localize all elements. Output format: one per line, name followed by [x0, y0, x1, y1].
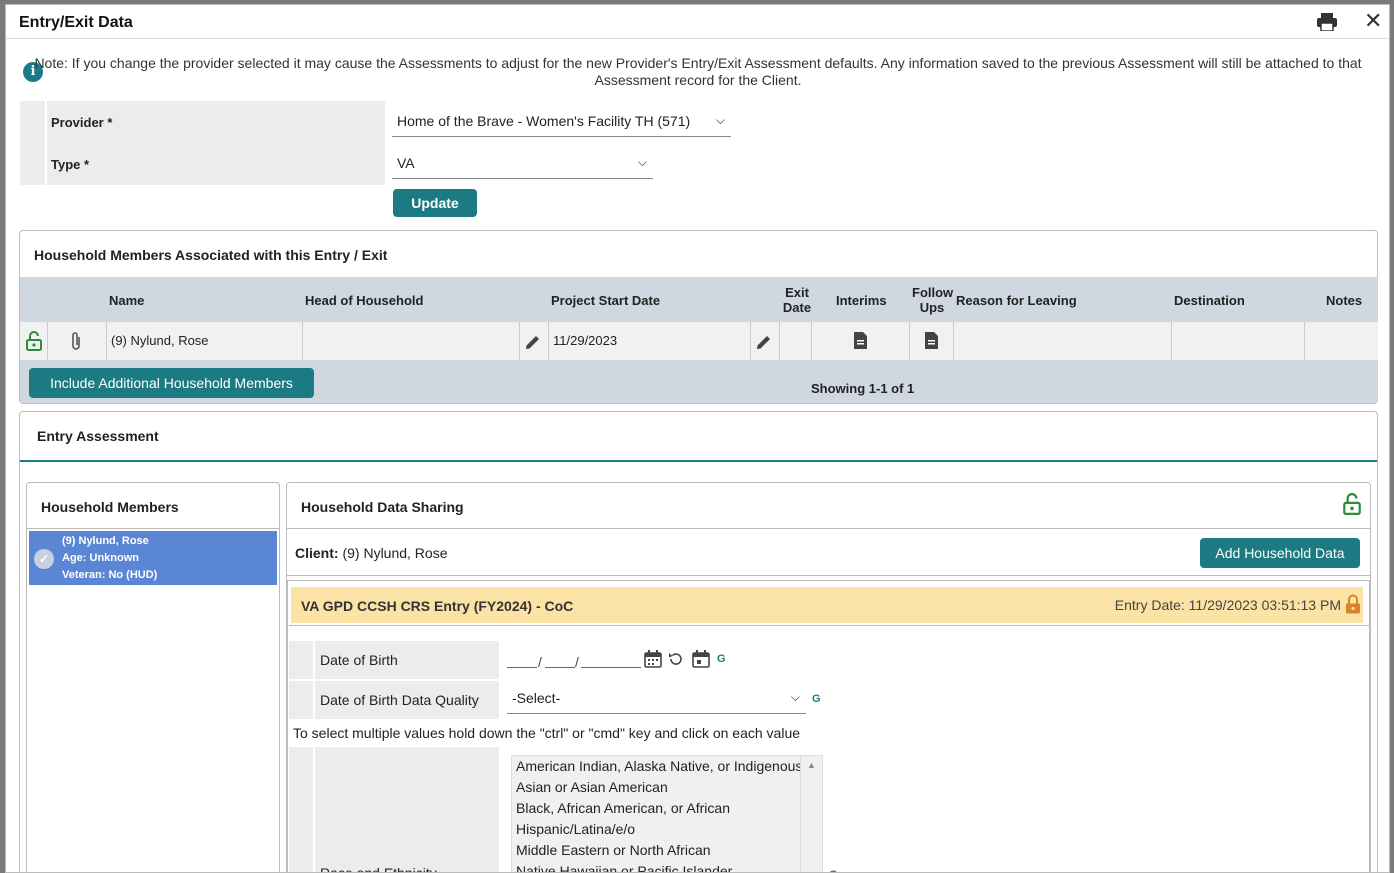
client-info: Client: (9) Nylund, Rose — [295, 545, 448, 561]
close-icon[interactable]: ✕ — [1364, 9, 1382, 33]
row-gutter — [20, 143, 45, 185]
col-reason-for-leaving[interactable]: Reason for Leaving — [956, 293, 1077, 308]
race-option[interactable]: Black, African American, or African — [512, 798, 822, 819]
member-age: Age: Unknown — [62, 552, 139, 564]
dob-input[interactable]: / / — [507, 643, 643, 675]
add-household-data-button[interactable]: Add Household Data — [1200, 538, 1360, 568]
table-header: Name Head of Household Project Start Dat… — [20, 277, 1378, 321]
interims-document-icon[interactable] — [853, 331, 868, 350]
update-button[interactable]: Update — [393, 189, 477, 217]
dob-quality-label: Date of Birth Data Quality — [315, 681, 499, 719]
household-members-list-panel: Household Members ✓ (9) Nylund, Rose Age… — [26, 482, 280, 872]
entry-assessment-panel: Entry Assessment Household Members ✓ (9)… — [19, 411, 1378, 872]
lock-icon[interactable] — [1345, 594, 1361, 615]
member-name-cell: (9) Nylund, Rose — [111, 333, 209, 348]
col-interims: Interims — [836, 293, 887, 308]
race-option[interactable]: Hispanic/Latina/e/o — [512, 819, 822, 840]
dob-year-field[interactable] — [581, 667, 641, 668]
member-list-item[interactable]: ✓ (9) Nylund, Rose Age: Unknown Veteran:… — [29, 531, 277, 585]
edit-start-date-icon[interactable] — [524, 333, 542, 351]
include-additional-members-button[interactable]: Include Additional Household Members — [29, 368, 314, 398]
row-gutter — [289, 681, 313, 719]
calendar-today-icon[interactable] — [692, 650, 710, 668]
household-data-sharing-panel: Household Data Sharing Client: (9) Nylun… — [286, 482, 1371, 872]
col-exit-date[interactable]: Exit Date — [782, 285, 812, 315]
row-gutter — [289, 641, 313, 679]
chevron-down-icon: ⌵ — [790, 690, 800, 704]
household-panel-title: Household Members Associated with this E… — [34, 247, 388, 263]
listbox-scrollbar[interactable]: ▲ — [800, 756, 822, 872]
date-separator: / — [575, 654, 579, 670]
dob-quality-value: -Select- — [512, 690, 561, 706]
household-data-sharing-title: Household Data Sharing — [301, 499, 464, 515]
client-label: Client: — [295, 545, 339, 561]
household-table: Name Head of Household Project Start Dat… — [20, 277, 1378, 403]
col-name[interactable]: Name — [109, 293, 144, 308]
entry-exit-modal: Entry/Exit Data ✕ i Note: If you change … — [5, 4, 1390, 873]
type-row: Type * — [20, 143, 400, 185]
col-notes: Notes — [1326, 293, 1363, 308]
entry-assessment-title: Entry Assessment — [37, 428, 159, 444]
row-gutter — [289, 747, 313, 872]
race-label: Race and Ethnicity — [315, 747, 499, 872]
edit-exit-date-icon[interactable] — [755, 333, 773, 351]
multi-select-hint: To select multiple values hold down the … — [293, 725, 801, 741]
pagination-status: Showing 1-1 of 1 — [811, 381, 915, 396]
provider-change-note: Note: If you change the provider selecte… — [34, 55, 1362, 88]
paperclip-icon[interactable] — [70, 331, 82, 351]
race-option[interactable]: American Indian, Alaska Native, or Indig… — [512, 756, 822, 777]
chevron-down-icon: ⌵ — [715, 113, 725, 127]
dob-day-field[interactable] — [545, 667, 575, 668]
type-select[interactable]: VA ⌵ — [392, 149, 653, 179]
race-option[interactable]: Asian or Asian American — [512, 777, 822, 798]
dob-g-link[interactable]: G — [717, 653, 726, 665]
col-project-start-date[interactable]: Project Start Date — [551, 293, 660, 308]
entry-date: Entry Date: 11/29/2023 03:51:13 PM — [1114, 597, 1341, 613]
col-follow-ups: Follow Ups — [912, 285, 954, 315]
member-veteran: Veteran: No (HUD) — [62, 569, 158, 581]
race-ethnicity-listbox[interactable]: American Indian, Alaska Native, or Indig… — [511, 755, 823, 872]
member-name: (9) Nylund, Rose — [62, 535, 149, 547]
provider-select[interactable]: Home of the Brave - Women's Facility TH … — [392, 107, 731, 137]
row-gutter — [20, 101, 45, 143]
project-start-date-cell: 11/29/2023 — [553, 333, 618, 348]
modal-titlebar: Entry/Exit Data ✕ — [6, 5, 1389, 39]
follow-ups-document-icon[interactable] — [924, 331, 939, 350]
assessment-name: VA GPD CCSH CRS Entry (FY2024) - CoC — [301, 598, 574, 614]
provider-row: Provider * — [20, 101, 400, 143]
table-row: (9) Nylund, Rose 11/29/2023 — [20, 322, 1378, 360]
type-label: Type * — [47, 143, 385, 185]
provider-label: Provider * — [47, 101, 385, 143]
modal-title: Entry/Exit Data — [19, 14, 133, 31]
section-divider — [20, 460, 1377, 462]
dob-month-field[interactable] — [507, 667, 537, 668]
race-g-link[interactable]: G — [829, 869, 838, 872]
col-destination[interactable]: Destination — [1174, 293, 1245, 308]
race-option[interactable]: Middle Eastern or North African — [512, 840, 822, 861]
col-head-of-household[interactable]: Head of Household — [305, 293, 423, 308]
type-select-value: VA — [397, 155, 415, 171]
chevron-down-icon: ⌵ — [637, 155, 647, 169]
print-icon[interactable] — [1316, 13, 1338, 31]
dob-quality-g-link[interactable]: G — [812, 693, 821, 705]
check-icon: ✓ — [34, 549, 54, 569]
assessment-header: VA GPD CCSH CRS Entry (FY2024) - CoC Ent… — [291, 587, 1363, 623]
race-option[interactable]: Native Hawaiian or Pacific Islander — [512, 861, 822, 872]
calendar-grid-icon[interactable] — [644, 650, 662, 668]
unlock-icon[interactable] — [1343, 493, 1361, 515]
household-members-title: Household Members — [41, 499, 179, 515]
reset-icon[interactable] — [668, 651, 684, 667]
client-value: (9) Nylund, Rose — [342, 545, 448, 561]
scroll-up-icon[interactable]: ▲ — [807, 760, 816, 770]
date-separator: / — [538, 654, 542, 670]
provider-select-value: Home of the Brave - Women's Facility TH … — [397, 113, 691, 129]
dob-label: Date of Birth — [315, 641, 499, 679]
dob-quality-select[interactable]: -Select- ⌵ — [507, 684, 806, 714]
unlock-icon[interactable] — [26, 331, 42, 351]
